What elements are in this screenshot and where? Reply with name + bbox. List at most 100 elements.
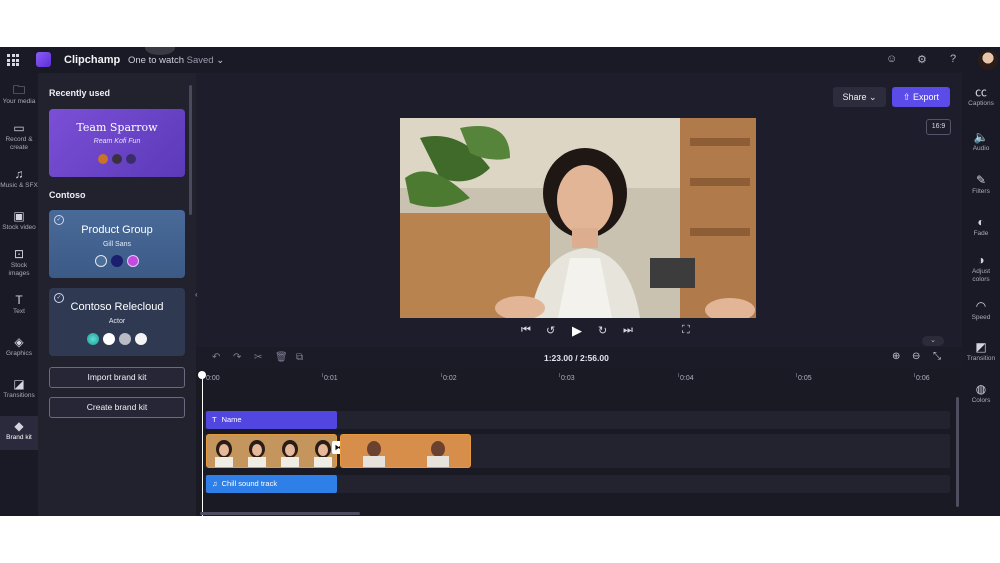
speed-icon: ◠	[975, 299, 987, 313]
time-tick: 0:06	[916, 375, 930, 382]
clipchamp-logo-icon	[36, 52, 51, 67]
sidebar-item-stock-video[interactable]: ▣ Stock video	[0, 209, 38, 232]
time-tick: 0:05	[798, 375, 812, 382]
share-button[interactable]: Share ⌄	[833, 87, 886, 107]
sidebar-item-your-media[interactable]: 🗀 Your media	[0, 83, 38, 106]
shapes-icon: ◈	[14, 335, 24, 349]
text-clip[interactable]: T Name	[206, 411, 337, 429]
delete-icon[interactable]: 🗑	[275, 352, 288, 363]
property-captions[interactable]: ㏄ Captions	[962, 85, 1000, 108]
save-status: Saved	[186, 55, 214, 66]
time-tick: 0:02	[443, 375, 457, 382]
brand-kit-card-contoso-relecloud[interactable]: ✓ Contoso Relecloud Actor	[49, 288, 185, 356]
play-icon[interactable]: ▶	[572, 323, 582, 339]
recently-used-heading: Recently used	[49, 88, 111, 98]
help-icon[interactable]: ?	[950, 53, 956, 65]
property-adjust-colors[interactable]: ◑ Adjust colors	[962, 253, 1000, 283]
filters-icon: ✎	[975, 173, 987, 187]
apps-grid-icon[interactable]	[7, 54, 19, 66]
collapse-panel-chevron-icon[interactable]: ‹	[195, 290, 203, 306]
skip-forward-icon[interactable]: ⏭	[623, 324, 633, 337]
fit-timeline-icon[interactable]: ⤡	[933, 351, 941, 362]
sidebar-item-graphics[interactable]: ◈ Graphics	[0, 335, 38, 358]
panel-scrollbar[interactable]	[189, 85, 192, 215]
property-audio[interactable]: 🔈 Audio	[962, 130, 1000, 153]
rewind-5-icon[interactable]: ↺	[546, 324, 555, 337]
contoso-heading: Contoso	[49, 190, 86, 200]
sidebar-item-stock-images[interactable]: ⊡ Stock images	[0, 247, 38, 277]
camera-icon: ▭	[13, 121, 25, 135]
time-tick: 0:03	[561, 375, 575, 382]
kit-title: Team Sparrow	[76, 121, 158, 134]
import-brand-kit-button[interactable]: Import brand kit	[49, 367, 185, 388]
color-swatch	[111, 255, 123, 267]
kit-font: Ream Kofi Fun	[93, 138, 141, 145]
audio-icon: 🔈	[973, 130, 989, 144]
kit-swatches	[49, 333, 185, 345]
timeline-horizontal-scrollbar[interactable]	[200, 512, 360, 515]
timeline-vertical-scrollbar[interactable]	[956, 397, 959, 507]
collapse-preview-chevron-icon[interactable]: ⌄	[922, 336, 944, 346]
fullscreen-icon[interactable]: ⛶	[682, 324, 690, 337]
property-fade[interactable]: ◐ Fade	[962, 215, 1000, 238]
property-filters[interactable]: ✎ Filters	[962, 173, 1000, 196]
color-swatch	[112, 154, 122, 164]
property-colors[interactable]: ◍ Colors	[962, 382, 1000, 405]
video-clip-thumbnails	[207, 435, 336, 467]
cursor-shadow	[145, 47, 175, 55]
aspect-ratio-button[interactable]: 16:9	[926, 119, 951, 135]
sidebar-item-record-create[interactable]: ▭ Record & create	[0, 121, 38, 151]
brand-kit-card-product-group[interactable]: ✓ Product Group Gill Sans	[49, 210, 185, 278]
profile-avatar[interactable]	[978, 50, 998, 70]
sidebar-item-music-sfx[interactable]: ♫ Music & SFX	[0, 167, 38, 190]
time-tick: 0:04	[680, 375, 694, 382]
forward-5-icon[interactable]: ↻	[598, 324, 607, 337]
color-swatch	[95, 255, 107, 267]
sidebar-item-transitions[interactable]: ◪ Transitions	[0, 377, 38, 400]
sidebar-item-text[interactable]: T Text	[0, 293, 38, 316]
time-tick: 0:00	[206, 375, 220, 382]
top-bar: Clipchamp One to watch Saved ⌄ ☺ ⚙ ?	[0, 47, 1000, 73]
total-time: 2:56.00	[579, 353, 609, 363]
playhead-handle[interactable]	[198, 371, 206, 379]
duplicate-icon[interactable]: ⧉	[296, 352, 303, 363]
create-brand-kit-button[interactable]: Create brand kit	[49, 397, 185, 418]
project-name: One to watch	[128, 55, 184, 66]
clipchamp-app: Clipchamp One to watch Saved ⌄ ☺ ⚙ ? 🗀 Y…	[0, 47, 1000, 516]
timeline[interactable]: 0:00 0:01 0:02 0:03 0:04 0:05 0:06 T Name	[196, 369, 962, 516]
video-clip-1[interactable]	[206, 434, 337, 468]
playback-time: 1:23.00 / 2:56.00	[544, 353, 609, 363]
export-button[interactable]: ⇧ Export	[892, 87, 950, 107]
audio-clip[interactable]: ♫ Chill sound track	[206, 475, 337, 493]
color-swatch	[98, 154, 108, 164]
split-icon[interactable]: ✂	[254, 352, 262, 363]
kit-title: Contoso Relecloud	[70, 301, 164, 313]
color-swatch	[119, 333, 131, 345]
property-speed[interactable]: ◠ Speed	[962, 299, 1000, 322]
transition-icon: ◩	[975, 340, 987, 354]
kit-title: Product Group	[81, 224, 153, 236]
settings-icon[interactable]: ⚙	[917, 53, 927, 66]
folder-icon: 🗀	[12, 83, 25, 97]
left-sidebar: 🗀 Your media ▭ Record & create ♫ Music &…	[0, 73, 38, 516]
redo-icon[interactable]: ↷	[233, 352, 241, 363]
transitions-icon: ◪	[13, 377, 25, 391]
video-clip-thumbnails	[341, 435, 470, 467]
feedback-icon[interactable]: ☺	[886, 53, 897, 65]
video-clip-2[interactable]	[340, 434, 471, 468]
brand-kit-card-team-sparrow[interactable]: Team Sparrow Ream Kofi Fun	[49, 109, 185, 177]
current-time: 1:23.00	[544, 353, 573, 363]
image-icon: ⊡	[13, 247, 25, 261]
skip-back-icon[interactable]: ⏮	[521, 324, 531, 337]
brand-kit-panel: Recently used Team Sparrow Ream Kofi Fun…	[38, 73, 196, 516]
zoom-out-icon[interactable]: ⊖	[912, 351, 920, 362]
zoom-in-icon[interactable]: ⊕	[892, 351, 900, 362]
playhead[interactable]	[202, 373, 203, 516]
video-preview[interactable]	[400, 118, 756, 318]
kit-font: Gill Sans	[102, 241, 131, 248]
project-title-dropdown[interactable]: One to watch Saved ⌄	[128, 55, 224, 66]
text-icon: T	[15, 293, 23, 307]
property-transition[interactable]: ◩ Transition	[962, 340, 1000, 363]
sidebar-item-brand-kit[interactable]: ◆ Brand kit	[0, 416, 38, 450]
undo-icon[interactable]: ↶	[212, 352, 220, 363]
